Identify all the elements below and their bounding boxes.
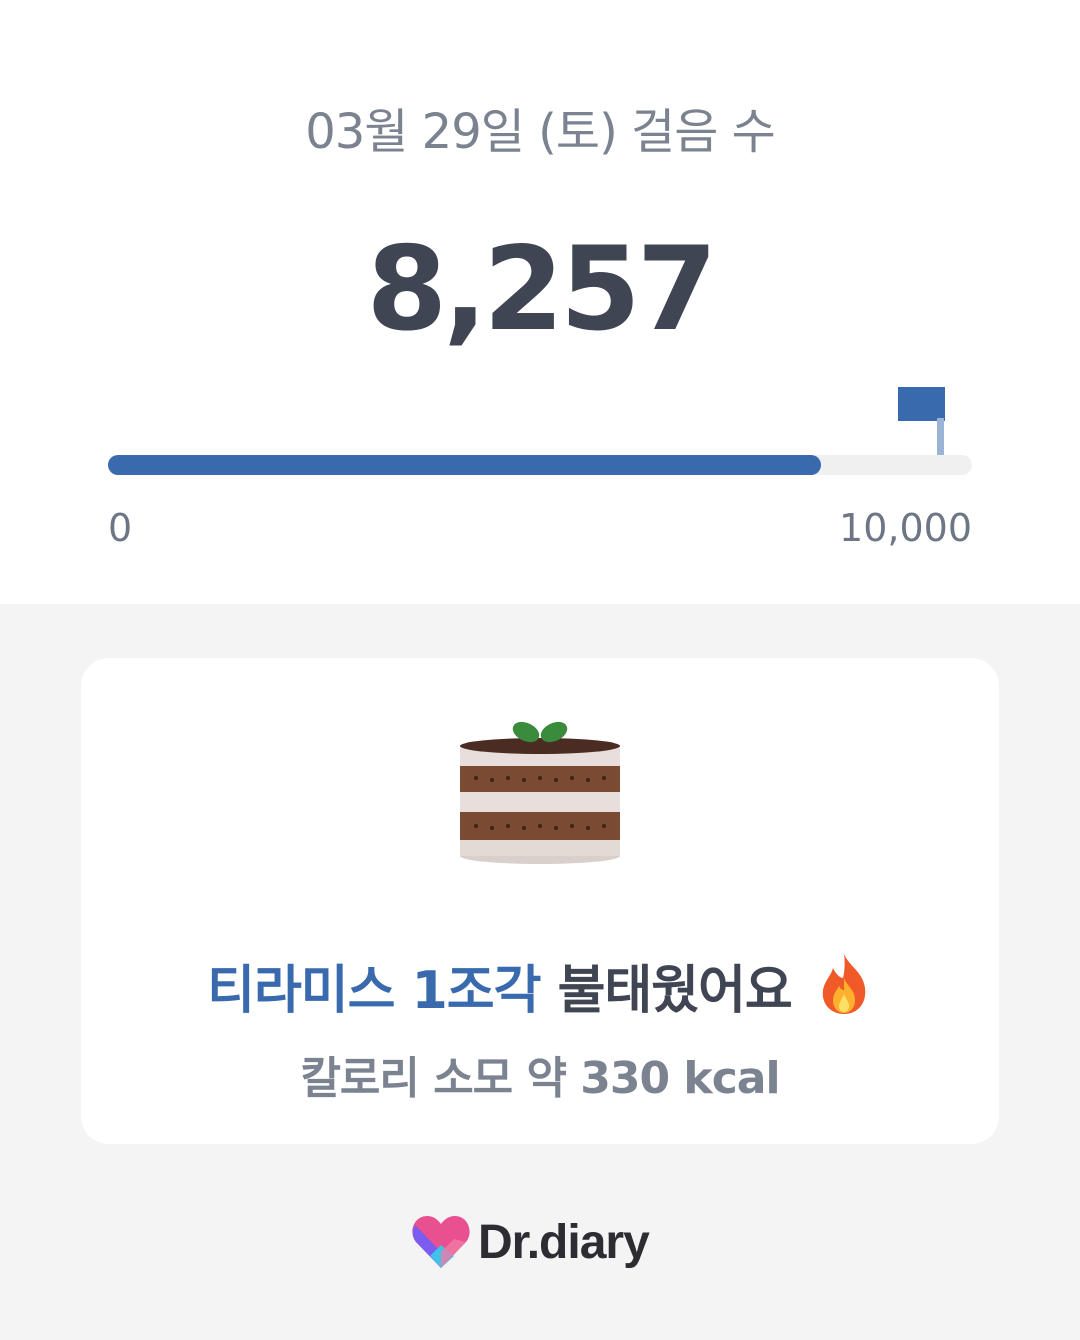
heart-logo-icon <box>412 1216 470 1268</box>
flag-pole <box>937 418 944 455</box>
burn-message: 티라미스 1조각 불태웠어요 <box>0 948 1080 1023</box>
steps-summary-panel: 03월 29일 (토) 걸음 수 8,257 0 10,000 <box>0 0 1080 604</box>
brand-name: Dr.diary <box>478 1215 650 1269</box>
date-title: 03월 29일 (토) 걸음 수 <box>305 104 776 160</box>
progress-track <box>108 455 972 475</box>
tiramisu-cake-icon <box>460 721 620 864</box>
food-label: 티라미스 1조각 <box>207 961 541 1021</box>
progress-max-label: 10,000 <box>839 506 972 550</box>
calorie-text: 칼로리 소모 약 330 kcal <box>300 1053 780 1104</box>
brand: Dr.diary <box>410 1212 650 1272</box>
progress-min-label: 0 <box>108 506 133 550</box>
progress-fill <box>108 455 822 475</box>
burn-suffix: 불태웠어요 <box>557 961 793 1021</box>
fire-icon <box>822 954 866 1014</box>
step-count: 8,257 <box>366 222 718 357</box>
flag-icon <box>898 387 945 421</box>
